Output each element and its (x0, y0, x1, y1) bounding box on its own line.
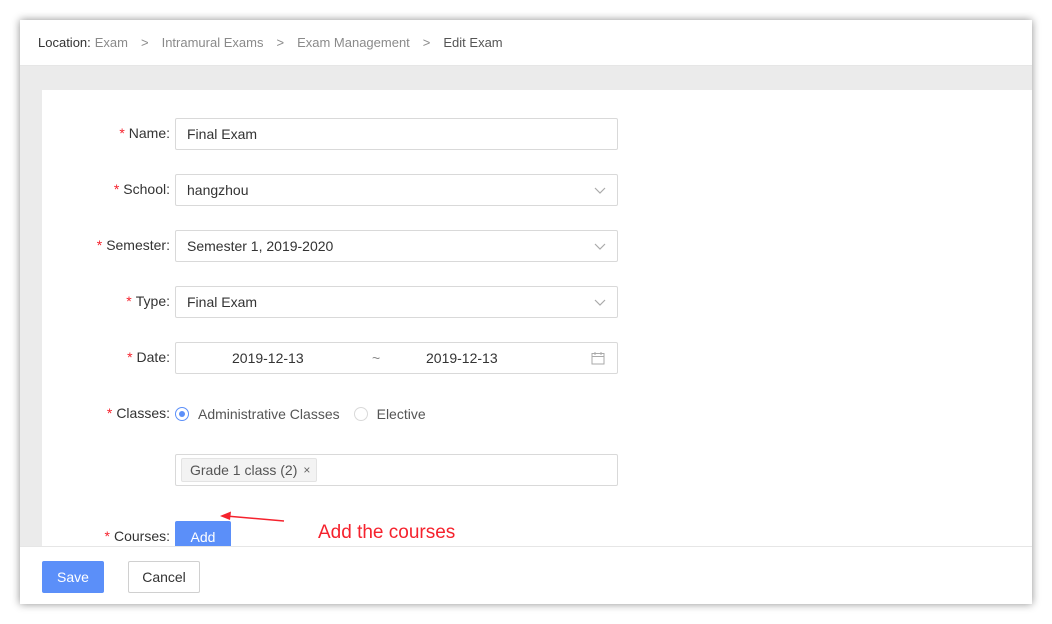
breadcrumb-item-exam[interactable]: Exam (95, 35, 128, 50)
classes-radio-group: Administrative Classes Elective (175, 406, 440, 422)
required-mark: * (127, 349, 133, 365)
semester-label-text: Semester: (106, 237, 170, 253)
name-input[interactable]: Final Exam (175, 118, 618, 150)
date-row: * Date: 2019-12-13 ~ 2019-12-13 (42, 342, 1032, 374)
breadcrumb-separator: > (276, 35, 285, 50)
chevron-down-icon (594, 243, 606, 250)
radio-administrative-classes[interactable] (175, 407, 189, 421)
breadcrumb-label: Location: (38, 35, 91, 50)
chevron-down-icon (594, 187, 606, 194)
school-label-text: School: (123, 181, 170, 197)
date-end-value[interactable]: 2019-12-13 (426, 350, 498, 366)
breadcrumb-separator: > (422, 35, 431, 50)
school-select-value: hangzhou (187, 182, 249, 198)
classes-label: * Classes: (50, 405, 170, 421)
edit-exam-form: * Name: Final Exam * School: hangzhou * Sem… (42, 90, 1032, 553)
annotation-text: Add the courses (318, 522, 456, 543)
breadcrumb-current: Edit Exam (443, 35, 503, 50)
school-label: * School: (50, 181, 170, 197)
name-label: * Name: (50, 125, 170, 141)
radio-administrative-classes-label[interactable]: Administrative Classes (198, 406, 340, 422)
breadcrumb-item-intramural-exams[interactable]: Intramural Exams (162, 35, 264, 50)
required-mark: * (106, 405, 113, 421)
app-window: Location: Exam > Intramural Exams > Exam… (20, 20, 1032, 604)
semester-row: * Semester: Semester 1, 2019-2020 (42, 230, 1032, 262)
courses-label-text: Courses: (113, 528, 170, 544)
chevron-down-icon (594, 299, 606, 306)
form-footer: Save Cancel (20, 546, 1032, 604)
name-label-text: Name: (128, 125, 170, 141)
semester-select-value: Semester 1, 2019-2020 (187, 238, 334, 254)
date-range-separator: ~ (372, 350, 381, 366)
breadcrumb-item-exam-management[interactable]: Exam Management (297, 35, 410, 50)
courses-label: * Courses: (50, 528, 170, 544)
radio-elective[interactable] (353, 407, 368, 421)
cancel-button[interactable]: Cancel (128, 561, 200, 593)
name-input-value: Final Exam (187, 126, 258, 142)
date-start-value[interactable]: 2019-12-13 (232, 350, 304, 366)
required-mark: * (96, 237, 103, 253)
date-label-text: Date: (136, 349, 170, 365)
date-label: * Date: (50, 349, 170, 365)
breadcrumb: Location: Exam > Intramural Exams > Exam… (20, 20, 1032, 66)
calendar-icon (591, 352, 605, 365)
school-select[interactable]: hangzhou (175, 174, 618, 206)
save-button[interactable]: Save (42, 561, 104, 593)
class-tag: Grade 1 class (2) × (181, 458, 318, 482)
annotation-arrow (220, 511, 285, 522)
semester-label: * Semester: (50, 237, 170, 253)
semester-select[interactable]: Semester 1, 2019-2020 (175, 230, 618, 262)
required-mark: * (119, 125, 125, 141)
school-row: * School: hangzhou (42, 174, 1032, 206)
type-label: * Type: (50, 293, 170, 309)
classes-row: * Classes: Administrative Classes Electiv… (42, 398, 1032, 486)
classes-label-text: Classes: (116, 405, 170, 421)
date-range-picker[interactable]: 2019-12-13 ~ 2019-12-13 (175, 342, 618, 374)
breadcrumb-separator: > (141, 35, 149, 50)
close-icon[interactable]: × (303, 463, 310, 477)
name-row: * Name: Final Exam (42, 118, 1032, 150)
type-label-text: Type: (135, 293, 170, 309)
type-select[interactable]: Final Exam (175, 286, 618, 318)
classes-multi-select[interactable]: Grade 1 class (2) × (175, 454, 618, 486)
required-mark: * (104, 528, 110, 544)
type-select-value: Final Exam (187, 294, 258, 310)
radio-elective-label[interactable]: Elective (377, 406, 426, 422)
class-tag-label: Grade 1 class (2) (190, 462, 298, 478)
required-mark: * (126, 293, 132, 309)
required-mark: * (113, 181, 120, 197)
type-row: * Type: Final Exam (42, 286, 1032, 318)
